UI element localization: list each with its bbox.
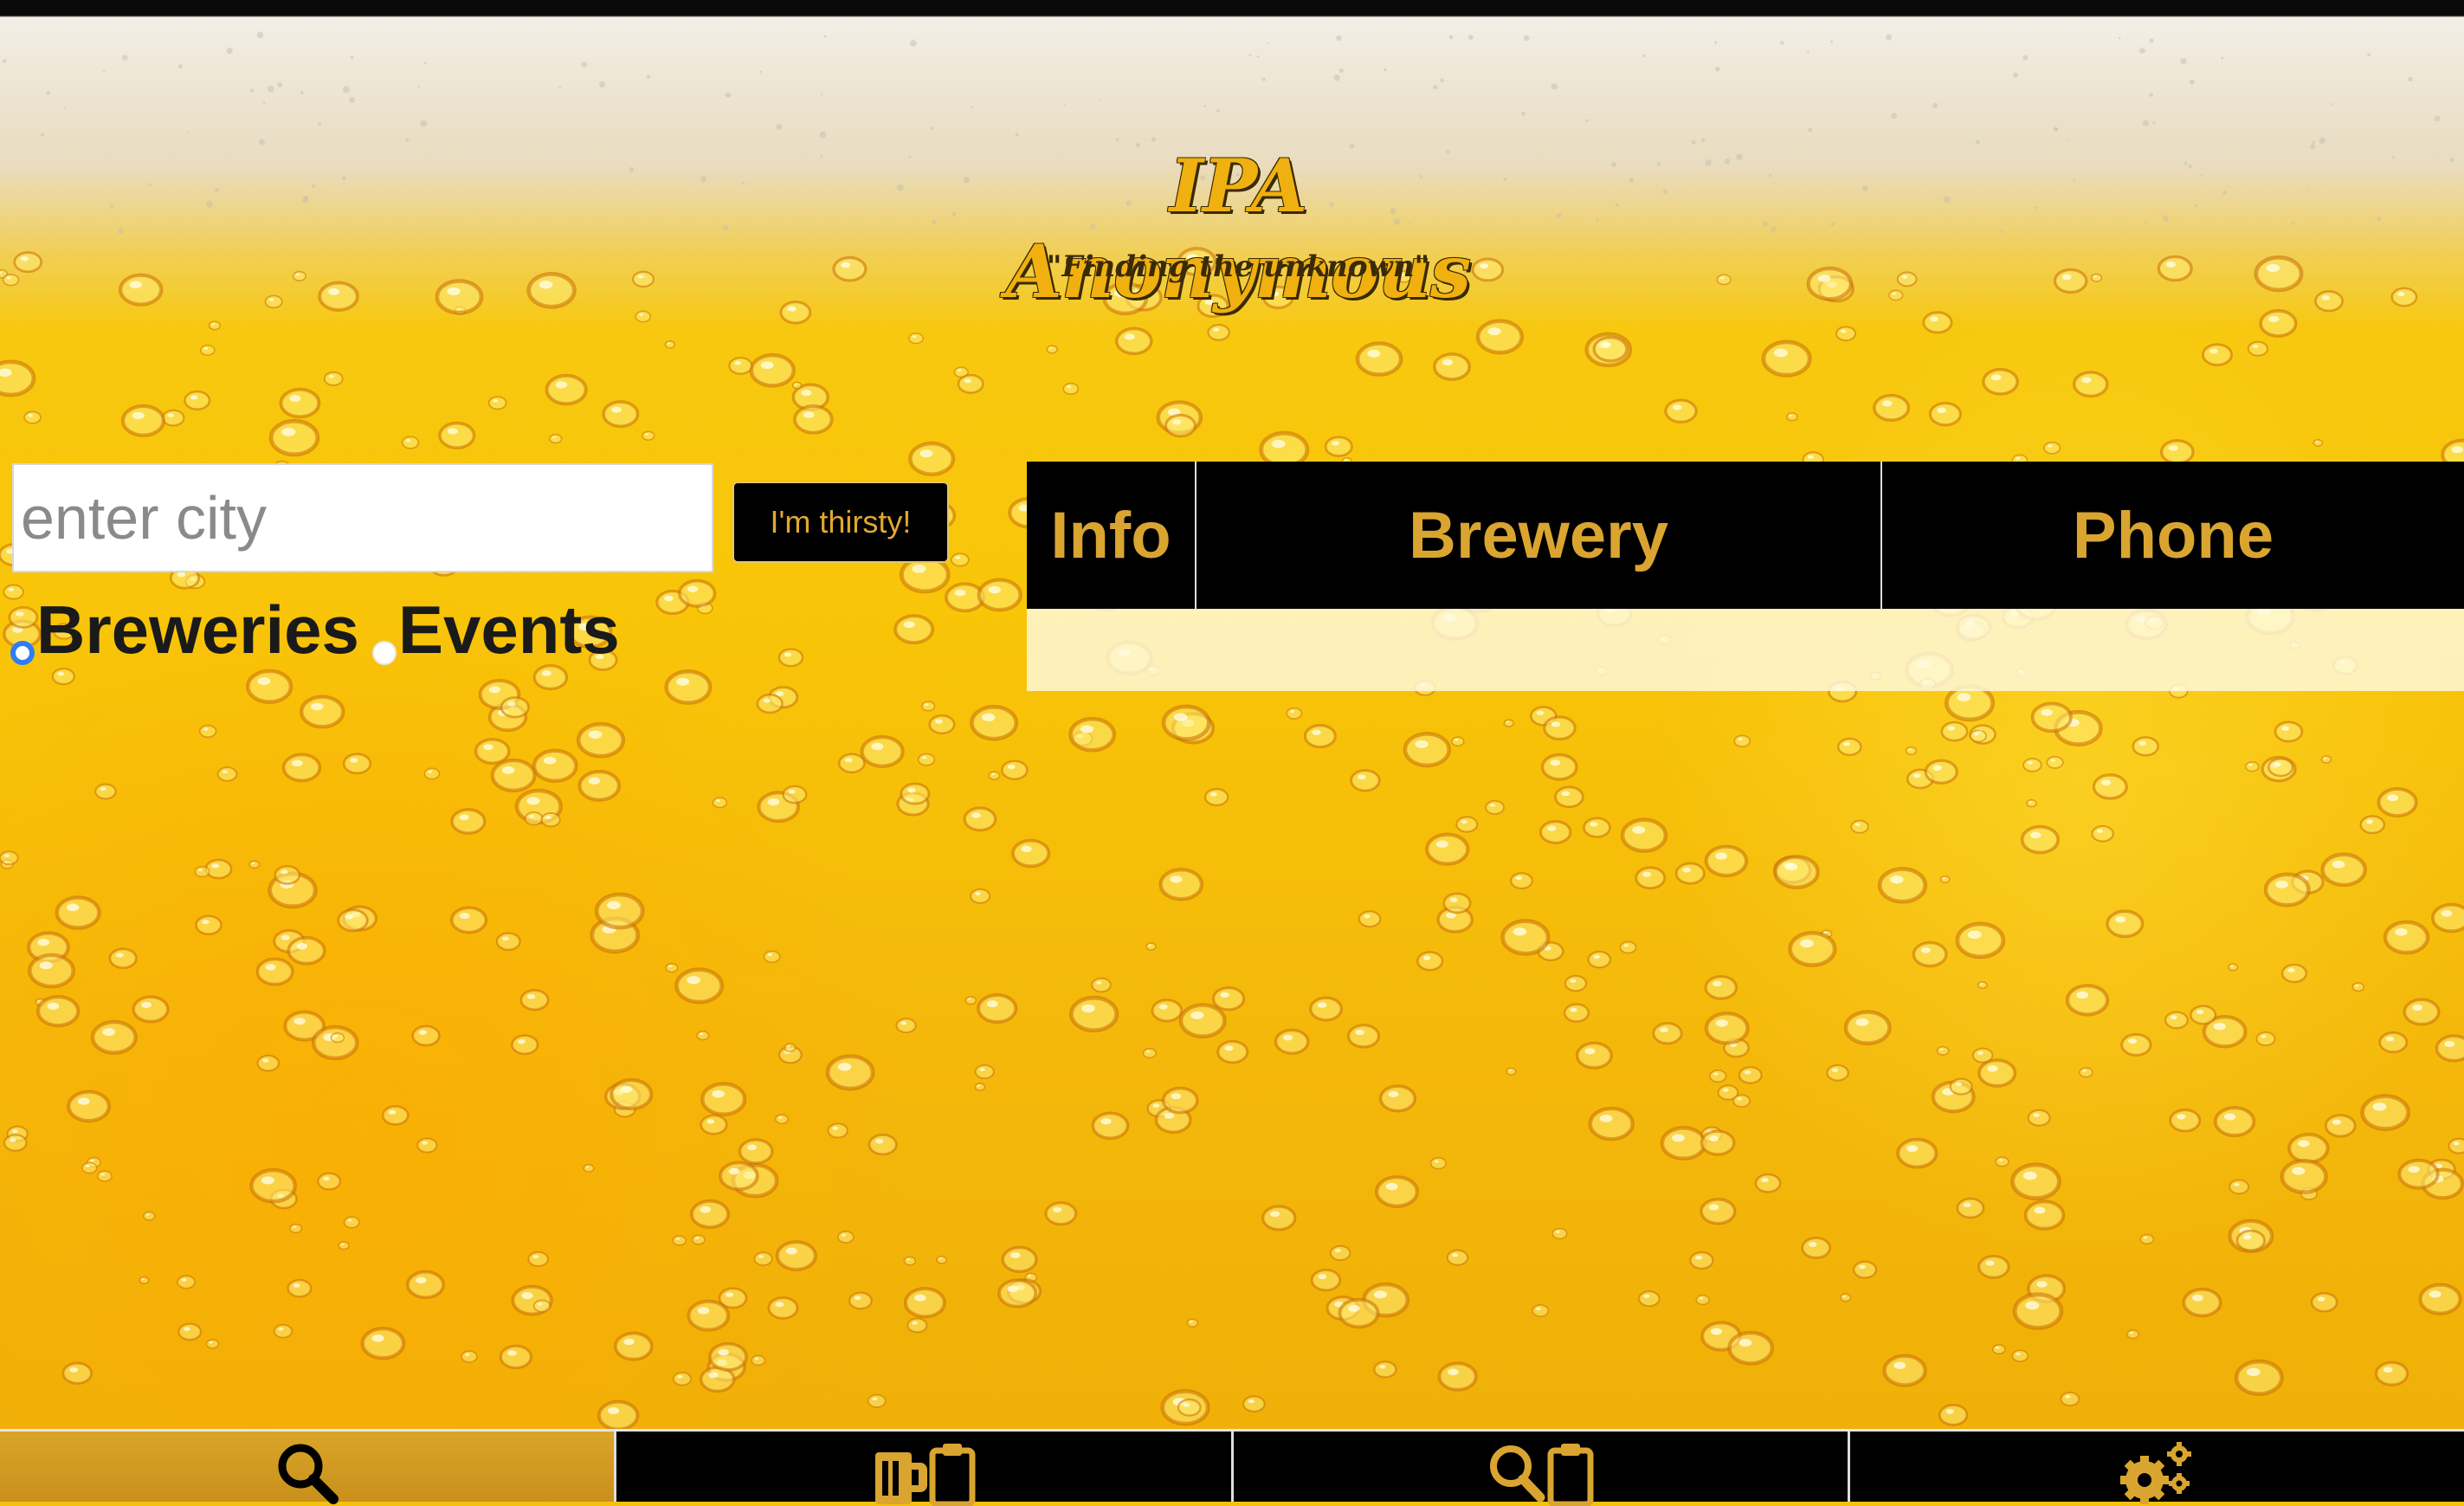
radio-label-breweries[interactable]: Breweries [36, 591, 359, 669]
radio-label-events[interactable]: Events [398, 591, 620, 669]
column-header-phone: Phone [2072, 498, 2274, 572]
app-subtitle: "Finding the unknown" [1046, 249, 1430, 284]
bottom-nav [0, 1429, 2464, 1506]
thirsty-search-button[interactable]: I'm thirsty! [732, 482, 949, 563]
city-search-input[interactable] [12, 463, 713, 572]
search-icon [278, 1444, 339, 1504]
nav-tab-beer-list[interactable] [614, 1432, 1231, 1506]
nav-tab-search[interactable] [0, 1432, 615, 1504]
radio-events[interactable] [372, 641, 397, 665]
results-header-row: Info Brewery Phone [1027, 462, 2464, 609]
column-header-info: Info [1027, 462, 1197, 609]
gears-icon [2120, 1441, 2192, 1504]
app-title: IPA Anonymous [1005, 143, 1471, 314]
radio-breweries[interactable] [10, 641, 35, 665]
search-clipboard-icon [1490, 1443, 1594, 1506]
nav-tab-settings[interactable] [1847, 1432, 2464, 1504]
results-body-empty [1027, 609, 2464, 691]
nav-tab-event-search[interactable] [1230, 1432, 1848, 1506]
results-table: Info Brewery Phone [1027, 462, 2464, 691]
beer-clipboard-icon [874, 1443, 976, 1506]
column-header-brewery: Brewery [1197, 462, 1882, 609]
